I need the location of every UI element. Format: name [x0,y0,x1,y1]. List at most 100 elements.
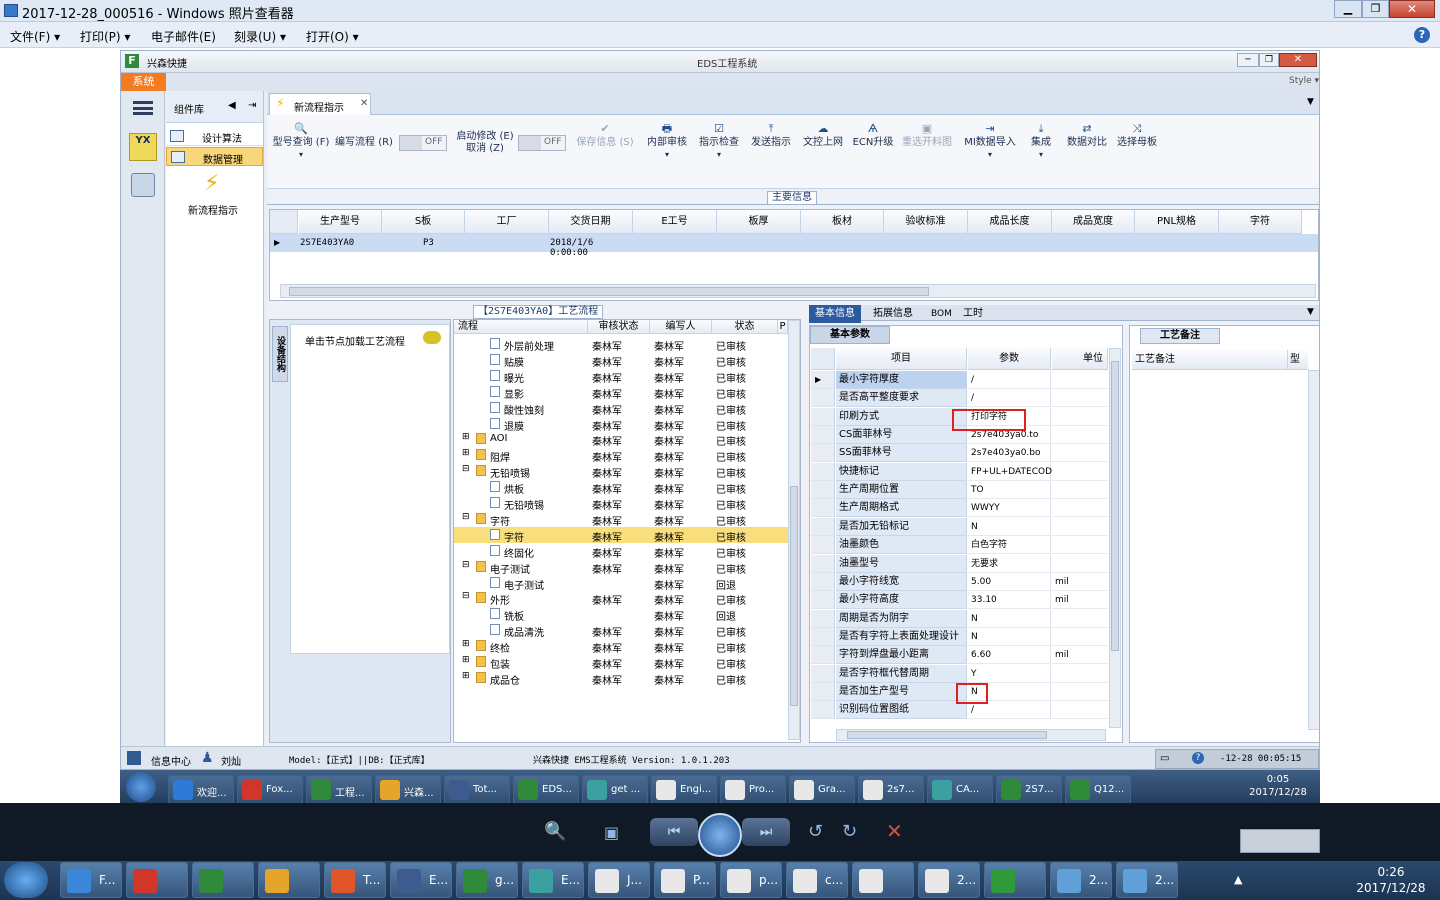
mi-import-button[interactable]: ⇥ MI数据导入 ▾ [961,123,1019,161]
grid-header-cell[interactable]: 验收标准 [884,210,968,234]
param-value[interactable]: 无要求 [968,554,1051,573]
style-dropdown[interactable]: Style ▾ [1289,76,1319,86]
taskbar-button[interactable]: p... [720,862,782,898]
param-row[interactable]: 是否字符框代替周期 Y [810,664,1110,683]
param-value[interactable]: N [968,609,1051,628]
menu-print[interactable]: 打印(P) ▾ [80,28,130,45]
maximize-button[interactable]: ❐ [1362,0,1389,18]
tray-icons[interactable]: ▲ [1234,873,1242,886]
send-instruction-button[interactable]: ⤒ 发送指示 [747,123,795,149]
expand-icon[interactable]: ⊟ [462,591,470,601]
param-value[interactable]: WWYY [968,499,1051,518]
expand-icon[interactable]: ⊞ [462,432,470,442]
tree-header-cell[interactable]: 审核状态 [588,320,650,334]
taskbar-button[interactable]: J... [588,862,650,898]
hamburger-menu-icon[interactable] [133,101,153,115]
inner-taskbar-button[interactable]: EDS... [513,775,579,805]
actual-size-icon[interactable]: ▣ [604,823,619,842]
param-value[interactable]: 白色字符 [968,536,1051,555]
param-row[interactable]: SS面菲林号 2s7e403ya0.bo [810,444,1110,463]
tab-new-flow[interactable]: ⚡ 新流程指示 ✕ [269,93,371,115]
param-row[interactable]: 是否高平整度要求 / [810,389,1110,408]
taskbar-button[interactable]: g... [456,862,518,898]
param-value[interactable]: 2s7e403ya0.bo [968,444,1051,463]
tree-row[interactable]: 铣板 秦林军 回退 [454,606,790,623]
zoom-icon[interactable]: 🔍 [544,821,566,842]
tab-bom[interactable]: BOM [925,305,958,323]
tab-work-hours[interactable]: 工时 [957,305,989,323]
params-vertical-scrollbar[interactable] [1109,348,1121,728]
side-tab-equipment[interactable]: 设备结构 [272,326,288,382]
tree-row[interactable]: 烘板 秦林军 秦林军 已审核 [454,479,790,496]
tree-row[interactable]: 贴膜 秦林军 秦林军 已审核 [454,352,790,369]
inner-taskbar-button[interactable]: Pro... [720,775,786,805]
param-value[interactable]: / [968,389,1051,408]
tree-row[interactable]: 显影 秦林军 秦林军 已审核 [454,384,790,401]
grid-cell[interactable]: P3 [423,238,507,248]
taskbar-button[interactable] [192,862,254,898]
tab-basic-info[interactable]: 基本信息 [809,305,861,323]
integrate-button[interactable]: ⤓ 集成 ▾ [1023,123,1059,161]
expand-icon[interactable]: ⊟ [462,464,470,474]
taskbar-button[interactable]: E... [390,862,452,898]
taskbar-button[interactable]: T... [324,862,386,898]
tree-row[interactable]: 外层前处理 秦林军 秦林军 已审核 [454,336,790,353]
query-model-button[interactable]: 🔍 型号查询 (F) ▾ [271,123,331,161]
tree-header-cell[interactable]: 流程 [454,320,588,334]
tree-row[interactable]: ⊞ 包装 秦林军 秦林军 已审核 [454,654,790,671]
tree-row[interactable]: ⊞ 终检 秦林军 秦林军 已审核 [454,638,790,655]
ecn-upgrade-button[interactable]: Ѧ ECN升级 [851,123,895,149]
inner-taskbar-button[interactable]: Tot... [444,775,510,805]
rotate-left-icon[interactable]: ↺ [808,821,823,842]
param-value[interactable]: N [968,517,1051,536]
params-horizontal-scrollbar[interactable] [836,729,1106,741]
inner-taskbar-button[interactable]: get ... [582,775,648,805]
machine-module-icon[interactable] [131,173,155,197]
grid-header-cell[interactable]: 工厂 [465,210,549,234]
grid-header-cell[interactable]: 字符 [1219,210,1302,234]
detail-dropdown-icon[interactable]: ▼ [1307,307,1314,317]
taskbar-button[interactable] [258,862,320,898]
inner-taskbar-button[interactable]: 工程... [306,775,372,805]
inner-taskbar-button[interactable]: Gra... [789,775,855,805]
taskbar-button[interactable]: 2... [1116,862,1178,898]
menu-email[interactable]: 电子邮件(E) [151,28,216,45]
rotate-right-icon[interactable]: ↻ [842,821,857,842]
taskbar-button[interactable]: 2... [918,862,980,898]
param-row[interactable]: 是否加无铅标记 N [810,517,1110,536]
param-row[interactable]: 最小字符高度 33.10 mil [810,591,1110,610]
expand-icon[interactable]: ⊞ [462,448,470,458]
param-row[interactable]: 是否有字符上表面处理设计 N [810,627,1110,646]
tab-extended-info[interactable]: 拓展信息 [867,305,919,323]
inner-taskbar-button[interactable]: Q12... [1065,775,1131,805]
app-maximize-button[interactable]: ❐ [1259,53,1279,67]
select-mother-board-button[interactable]: ⤨ 选择母板 [1113,123,1161,149]
table-row[interactable]: ▶ 2S7E403YA0 P3 2018/1/6 0:00:00 [270,234,1318,258]
toggle-auto-modify[interactable]: OFF [518,135,566,151]
inner-taskbar-button[interactable]: 兴森... [375,775,441,805]
grid-header-cell[interactable]: S板 [382,210,465,234]
inner-taskbar-button[interactable]: CA... [927,775,993,805]
toggle-edit-flow[interactable]: OFF [399,135,447,151]
param-row[interactable]: 油墨型号 无要求 [810,554,1110,573]
component-data-management[interactable]: 数据管理 [166,147,263,166]
inner-taskbar-button[interactable]: Fox... [237,775,303,805]
tree-header-cell[interactable]: 状态 [712,320,778,334]
yx-module-icon[interactable]: YX [129,133,157,161]
slideshow-button[interactable] [698,813,742,857]
grid-header-cell[interactable]: PNL规格 [1135,210,1219,234]
tree-row[interactable]: ⊟ 外形 秦林军 秦林军 已审核 [454,590,790,607]
tree-row[interactable]: 电子测试 秦林军 回退 [454,575,790,592]
expand-icon[interactable]: ⊞ [462,671,470,681]
tree-vertical-scrollbar[interactable] [788,320,800,740]
taskbar-button[interactable]: F... [60,862,122,898]
grid-header-cell[interactable]: 成品宽度 [1052,210,1135,234]
doc-upload-button[interactable]: ☁ 文控上网 [799,123,847,149]
tree-header-cell[interactable]: P [778,320,788,334]
system-button[interactable]: 系统 [121,73,166,91]
collapse-left-icon[interactable]: ◀ [228,100,236,111]
data-compare-button[interactable]: ⇄ 数据对比 [1063,123,1111,149]
grid-cell[interactable]: 2S7E403YA0 [300,238,383,248]
taskbar-button[interactable] [126,862,188,898]
param-row[interactable]: 周期是否为阴字 N [810,609,1110,628]
